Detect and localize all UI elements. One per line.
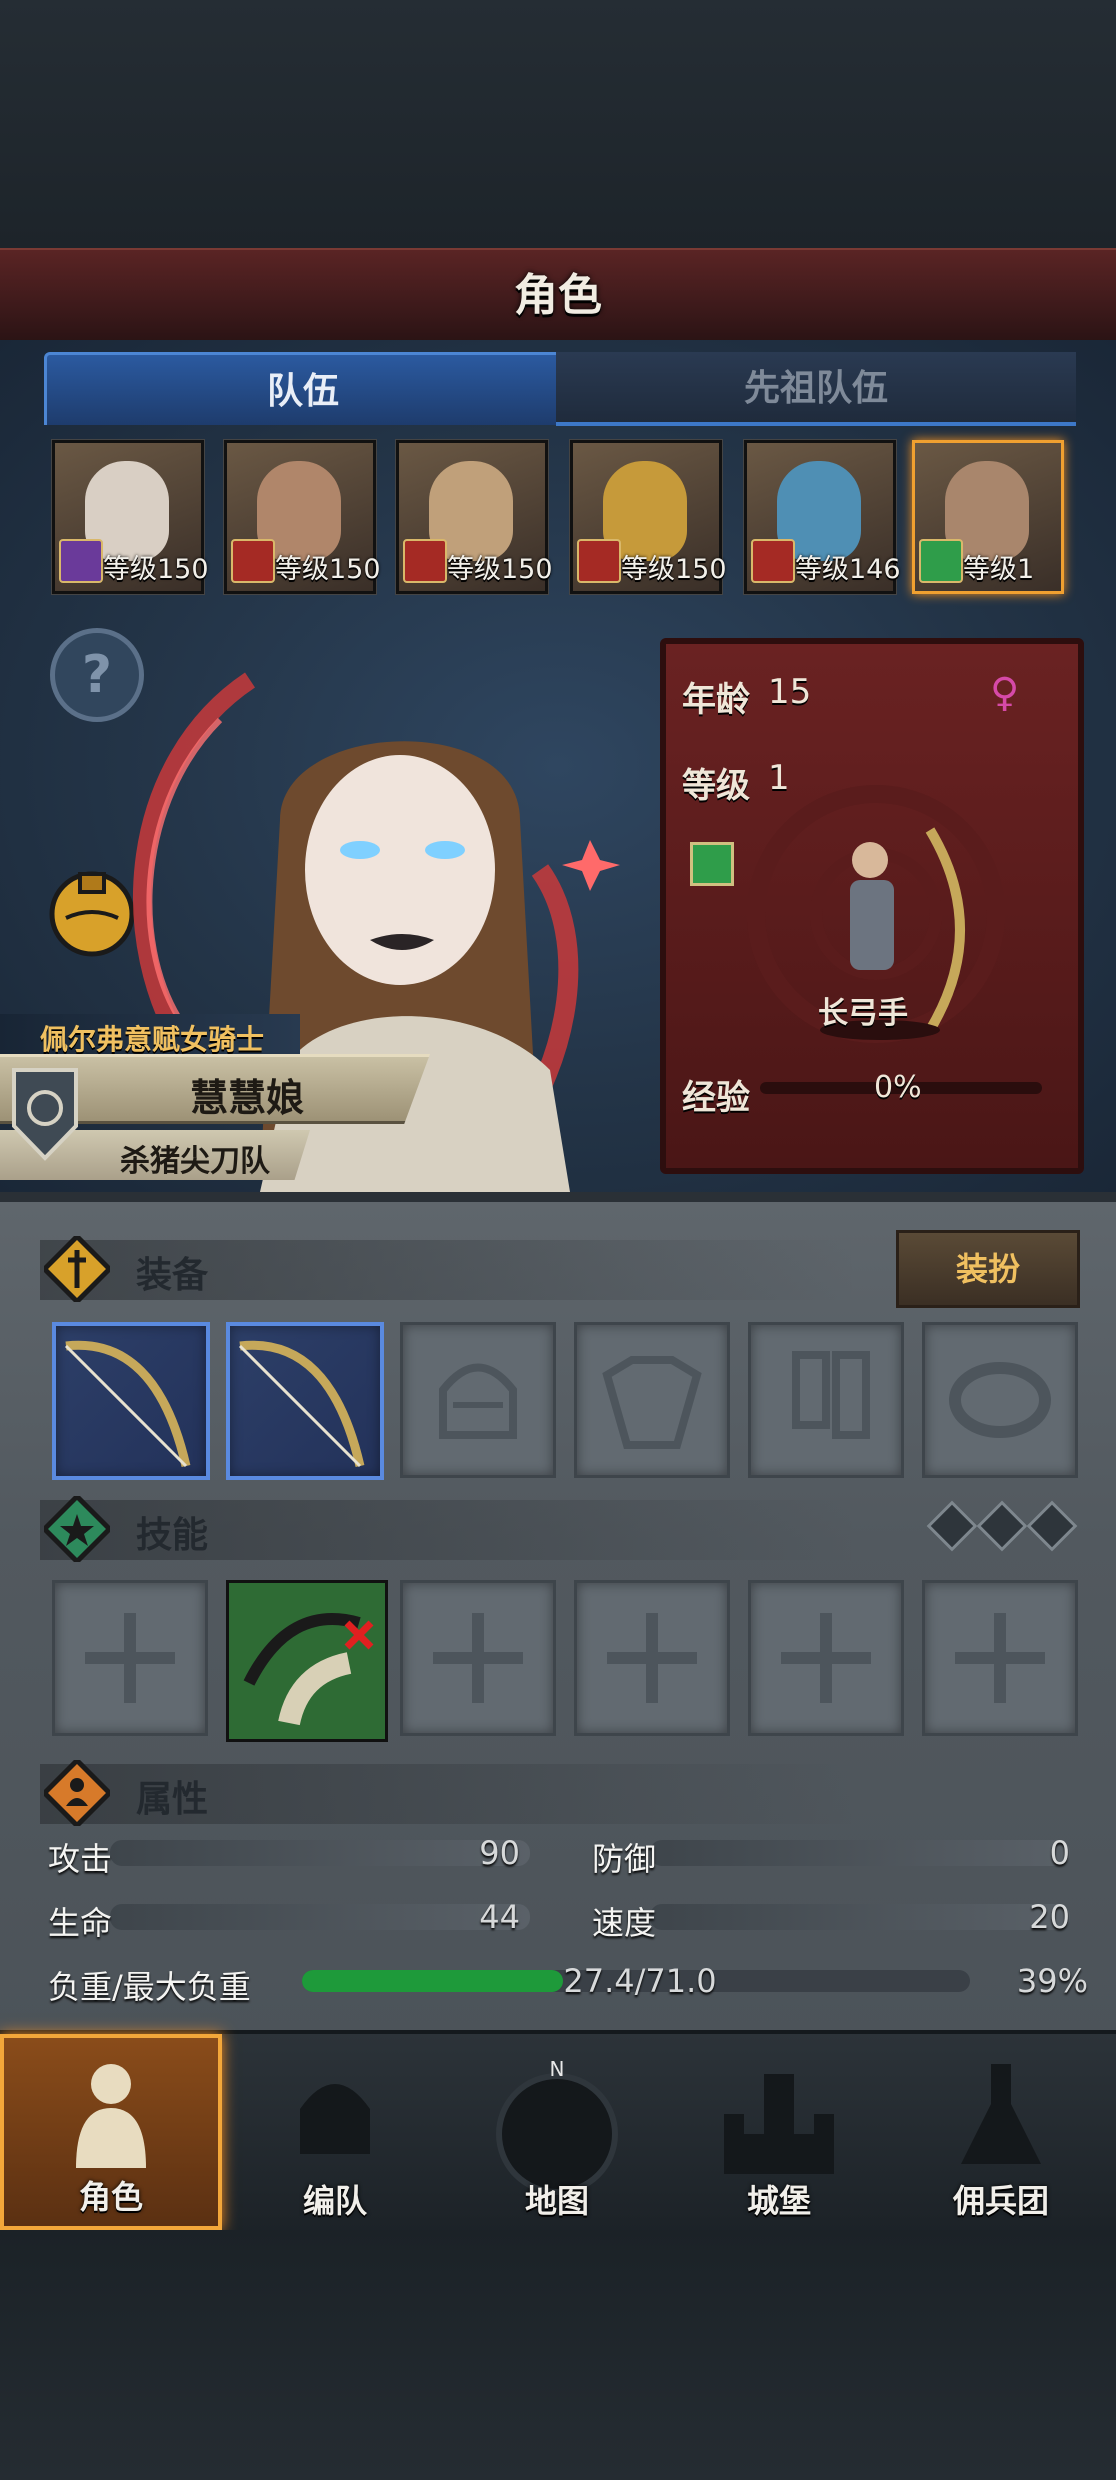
- female-icon: ♀: [990, 670, 1020, 716]
- defense-label: 防御: [592, 1840, 657, 1878]
- armor-icon: [602, 1356, 702, 1449]
- hp-value: 44: [479, 1898, 520, 1936]
- equip-slot-bow-1[interactable]: [52, 1322, 210, 1480]
- mercenary-icon: [961, 2064, 1041, 2164]
- exp-label: 经验: [682, 1078, 750, 1118]
- age-value: 15: [768, 672, 812, 712]
- castle-icon: [724, 2074, 834, 2174]
- load-bar-fill: [302, 1970, 563, 1992]
- roster-portrait-6[interactable]: 等级1: [912, 440, 1064, 594]
- star-icon: [44, 1496, 110, 1562]
- nav-map[interactable]: N 地图: [446, 2034, 668, 2230]
- skill-slot-6[interactable]: [922, 1580, 1078, 1736]
- skill-slot-5[interactable]: [748, 1580, 904, 1736]
- helmet-icon: [300, 2084, 370, 2154]
- roster-portrait-1[interactable]: 等级150: [52, 440, 209, 594]
- roster-level: 等级150: [275, 554, 381, 585]
- sword-icon: [44, 1236, 110, 1302]
- level-label: 等级: [682, 766, 750, 806]
- roster-level: 等级150: [447, 554, 553, 585]
- empty-cross-icon: [85, 1613, 175, 1703]
- roster-portrait-4[interactable]: 等级150: [570, 440, 727, 594]
- skill-slot-4[interactable]: [574, 1580, 730, 1736]
- person-icon: [44, 1760, 110, 1826]
- attack-value: 90: [479, 1834, 520, 1872]
- hero-name: 慧慧娘: [190, 1076, 305, 1120]
- horse-icon: [577, 539, 621, 583]
- class-name: 长弓手: [818, 996, 908, 1031]
- archer-icon: [919, 539, 963, 583]
- skill-slot-1[interactable]: [52, 1580, 208, 1736]
- bottom-background: [0, 2230, 1116, 2480]
- roster-level: 等级146: [795, 554, 901, 585]
- nav-label: 佣兵团: [952, 2182, 1049, 2220]
- helmet-icon: [439, 1363, 517, 1439]
- horse-icon: [231, 539, 275, 583]
- tab-team[interactable]: 队伍: [44, 352, 562, 425]
- nav-label: 城堡: [746, 2182, 811, 2220]
- speed-value: 20: [1029, 1898, 1070, 1936]
- skills-title: 技能: [136, 1515, 209, 1556]
- equip-slot-bow-2[interactable]: [226, 1322, 384, 1480]
- empty-cross-icon: [607, 1613, 697, 1703]
- arrow-skill-icon: [229, 1583, 385, 1739]
- speed-label: 速度: [592, 1904, 657, 1942]
- equip-slot-helmet[interactable]: [400, 1322, 556, 1478]
- mage-icon: [59, 539, 103, 583]
- equip-slot-ring[interactable]: [922, 1322, 1078, 1478]
- nav-label: 角色: [78, 2178, 143, 2216]
- roster-portrait-3[interactable]: 等级150: [396, 440, 553, 594]
- tab-ancestor-team[interactable]: 先祖队伍: [556, 352, 1076, 426]
- hero-subtitle: 佩尔弗意赋女骑士: [40, 1023, 265, 1056]
- svg-text:N: N: [550, 2057, 565, 2081]
- page-title: 角色: [514, 270, 602, 321]
- horse-icon: [751, 539, 795, 583]
- load-label: 负重/最大负重: [48, 1968, 251, 2006]
- empty-cross-icon: [781, 1613, 871, 1703]
- exp-percent: 0%: [874, 1070, 922, 1105]
- attack-label: 攻击: [48, 1840, 113, 1878]
- hp-label: 生命: [48, 1904, 113, 1942]
- boots-icon: [792, 1351, 870, 1439]
- nav-label: 编队: [302, 2182, 367, 2220]
- dress-button[interactable]: 装扮: [896, 1230, 1080, 1308]
- equip-slot-armor[interactable]: [574, 1322, 730, 1478]
- hero-team: 杀猪尖刀队: [120, 1144, 270, 1179]
- nav-label: 地图: [524, 2182, 589, 2220]
- defense-value: 0: [1049, 1834, 1070, 1872]
- nav-formation[interactable]: 编队: [224, 2034, 446, 2230]
- roster-portrait-5[interactable]: 等级146: [744, 440, 901, 594]
- title-bar: 角色: [0, 248, 1116, 345]
- horse-icon: [403, 539, 447, 583]
- nav-mercenary[interactable]: 佣兵团: [890, 2034, 1112, 2230]
- roster-level: 等级1: [963, 554, 1035, 585]
- bow-icon: [64, 1340, 191, 1468]
- empty-cross-icon: [433, 1613, 523, 1703]
- hero-subtitle-bar: 佩尔弗意赋女骑士: [0, 1014, 300, 1056]
- nav-castle[interactable]: 城堡: [668, 2034, 890, 2230]
- equipment-title: 装备: [136, 1255, 209, 1296]
- knight-icon: [76, 2064, 146, 2168]
- load-value: 27.4/71.0: [563, 1962, 717, 2000]
- roster-level: 等级150: [621, 554, 727, 585]
- load-percent: 39%: [1016, 1962, 1088, 2000]
- empty-cross-icon: [955, 1613, 1045, 1703]
- ring-icon: [949, 1362, 1051, 1438]
- shield-icon: [12, 1068, 78, 1161]
- skill-slot-3[interactable]: [400, 1580, 556, 1736]
- top-background: [0, 0, 1116, 248]
- nav-character[interactable]: 角色: [0, 2034, 222, 2230]
- roster-portrait-2[interactable]: 等级150: [224, 440, 381, 594]
- bow-icon: [238, 1340, 365, 1468]
- age-label: 年龄: [682, 680, 750, 720]
- attributes-title: 属性: [136, 1779, 209, 1820]
- roster-level: 等级150: [103, 554, 209, 585]
- equip-slot-boots[interactable]: [748, 1322, 904, 1478]
- level-value: 1: [768, 758, 790, 798]
- skill-slot-2[interactable]: [226, 1580, 388, 1742]
- archer-icon: [690, 842, 734, 886]
